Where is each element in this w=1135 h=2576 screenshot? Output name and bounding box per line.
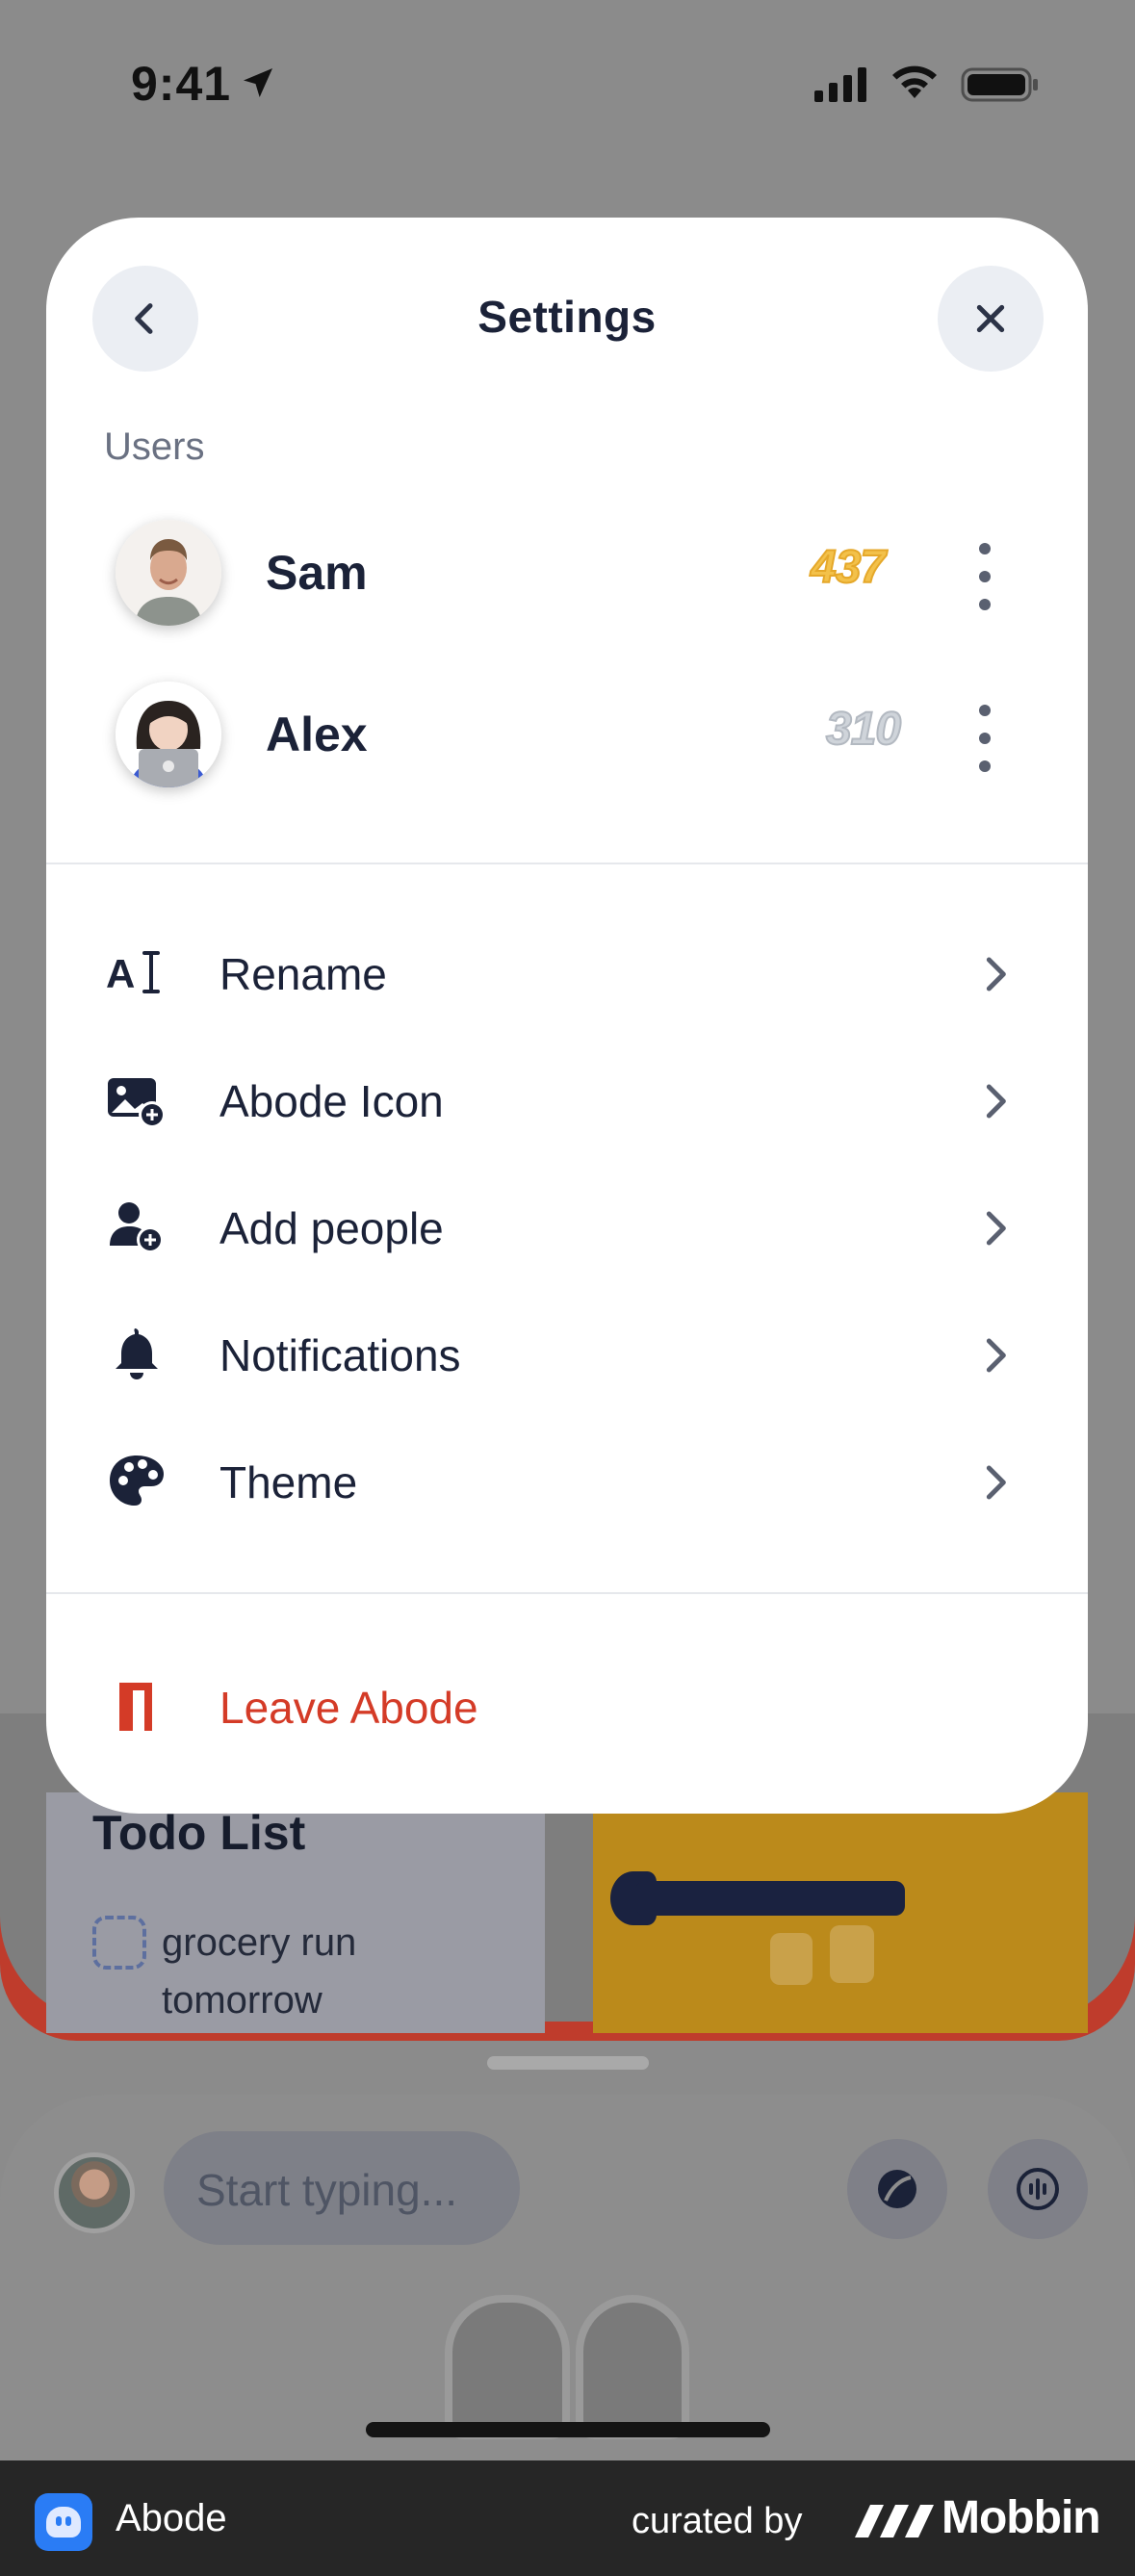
menu-item-label: Rename xyxy=(219,949,387,999)
composer-avatar xyxy=(54,2152,135,2233)
wifi-icon xyxy=(892,65,937,98)
menu-item-label: Notifications xyxy=(219,1330,461,1380)
presence-avatar-alex xyxy=(445,2295,570,2439)
menu-item-add-people[interactable]: Add people xyxy=(46,1169,1088,1284)
attribution-app-name: Abode xyxy=(116,2497,227,2539)
sam-photo-icon xyxy=(116,520,221,626)
menu-item-notifications[interactable]: Notifications xyxy=(46,1296,1088,1411)
sheet-title: Settings xyxy=(477,292,657,342)
close-icon xyxy=(976,304,1005,333)
menu-item-label: Add people xyxy=(219,1203,444,1253)
avatar xyxy=(116,520,221,626)
chevron-right-icon xyxy=(986,1211,1006,1246)
bell-icon xyxy=(116,1328,158,1379)
avatar xyxy=(116,682,221,787)
battery-icon xyxy=(961,67,1038,102)
message-input: Start typing... xyxy=(164,2131,520,2245)
home-indicator xyxy=(366,2422,770,2437)
attribution-brand: Mobbin xyxy=(942,2492,1101,2543)
alex-memoji-icon xyxy=(116,682,221,787)
menu-item-theme[interactable]: Theme xyxy=(46,1423,1088,1538)
sticker-button xyxy=(847,2139,947,2239)
chevron-right-icon xyxy=(986,1338,1006,1373)
divider xyxy=(46,1592,1088,1594)
chevron-right-icon xyxy=(986,957,1006,992)
mascot-eye-right xyxy=(830,1925,874,1983)
close-button[interactable] xyxy=(938,266,1044,372)
status-bar: 9:41 xyxy=(0,0,1135,164)
divider xyxy=(46,863,1088,864)
mascot-headband xyxy=(635,1881,905,1916)
chevron-right-icon xyxy=(986,1465,1006,1500)
leaf-icon xyxy=(878,2170,916,2208)
menu-item-abode-icon[interactable]: Abode Icon xyxy=(46,1042,1088,1157)
door-exit-icon xyxy=(119,1683,152,1731)
voice-button xyxy=(988,2139,1088,2239)
leave-abode-button[interactable]: Leave Abode xyxy=(46,1648,1088,1764)
status-time: 9:41 xyxy=(131,57,232,111)
sheet-grabber xyxy=(487,2056,649,2070)
message-input-placeholder: Start typing... xyxy=(196,2165,458,2215)
cellular-signal-icon xyxy=(814,67,866,102)
user-score-badge: 437 xyxy=(810,541,887,594)
person-add-icon xyxy=(110,1202,164,1253)
settings-sheet: Settings Users Sam 437 Alex 310 A Rename… xyxy=(46,218,1088,1814)
user-score-badge: 310 xyxy=(825,703,902,756)
chevron-right-icon xyxy=(986,1084,1006,1119)
user-row-sam[interactable]: Sam 437 xyxy=(46,501,1088,645)
svg-text:A: A xyxy=(106,951,135,996)
abode-app-logo-icon xyxy=(35,2493,92,2551)
user-name: Alex xyxy=(266,708,368,761)
users-section-label: Users xyxy=(104,425,205,468)
image-add-icon xyxy=(108,1078,166,1128)
more-options-button[interactable] xyxy=(970,705,999,772)
palette-icon xyxy=(110,1455,164,1506)
menu-item-label: Abode Icon xyxy=(219,1076,444,1126)
mobbin-logo-icon xyxy=(855,2505,934,2537)
waveform-icon xyxy=(1017,2168,1059,2210)
menu-item-rename[interactable]: A Rename xyxy=(46,914,1088,1030)
mascot-eye-left xyxy=(770,1933,813,1985)
todo-checkbox xyxy=(92,1916,146,1970)
user-row-alex[interactable]: Alex 310 xyxy=(46,662,1088,807)
more-options-button[interactable] xyxy=(970,543,999,610)
menu-item-label: Theme xyxy=(219,1457,358,1507)
location-arrow-icon xyxy=(244,68,272,97)
rename-text-cursor-icon: A xyxy=(106,951,160,996)
leave-abode-label: Leave Abode xyxy=(219,1683,478,1733)
todo-item-text: grocery run tomorrow xyxy=(162,1921,357,2022)
user-name: Sam xyxy=(266,546,368,600)
presence-avatar-sam xyxy=(576,2295,689,2439)
attribution-curated-by: curated by xyxy=(632,2501,803,2541)
